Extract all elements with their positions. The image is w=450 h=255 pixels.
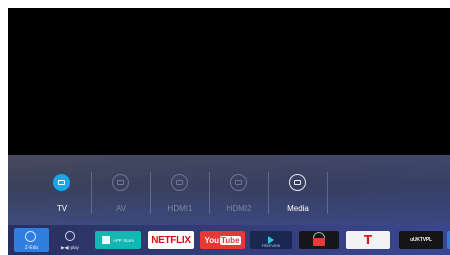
source-label: HDMI2 — [226, 204, 252, 213]
tplayer-logo: T — [363, 233, 373, 247]
media-input-icon — [289, 174, 306, 191]
netflix-logo: NETFLIX — [151, 234, 191, 246]
source-label: TV — [56, 204, 68, 213]
menu-tile[interactable]: ▶◀|›play — [52, 228, 88, 252]
youtube-label-you: You — [204, 235, 219, 245]
source-hdmi1[interactable]: HDMI1 — [151, 155, 209, 225]
app-store-tile[interactable]: APP Store — [95, 231, 141, 249]
signal-icon — [313, 232, 325, 238]
youtube-label-tube: Tube — [220, 235, 241, 245]
source-av[interactable]: AV — [92, 155, 150, 225]
source-label: HDMI1 — [167, 204, 193, 213]
uktv-tile[interactable]: uUKTVPL — [399, 231, 443, 249]
source-label: Media — [287, 204, 309, 213]
freeview-label: FREEVIEW — [261, 244, 281, 248]
uktv-logo: uUKTVPL — [410, 237, 432, 243]
source-hdmi2[interactable]: HDMI2 — [210, 155, 268, 225]
app-bar: Z-Edu ▶◀|›play APP Store NETFLIX You Tube… — [8, 225, 450, 255]
divider — [327, 172, 328, 214]
remote-tv-tile[interactable] — [299, 231, 339, 249]
menu-label: ▶◀|›play — [61, 245, 79, 250]
source-media[interactable]: Media — [269, 155, 327, 225]
hdmi-input-icon — [171, 174, 188, 191]
shopping-bag-icon — [102, 236, 111, 244]
home-tile[interactable]: Z-Edu — [14, 228, 49, 252]
play-icon — [268, 236, 274, 244]
source-label: AV — [115, 204, 127, 213]
source-tv[interactable]: TV — [33, 155, 91, 225]
youtube-tile[interactable]: You Tube — [200, 231, 245, 249]
tplayer-tile[interactable]: T — [346, 231, 390, 249]
home-icon — [25, 231, 36, 242]
tv-input-icon — [53, 174, 70, 191]
home-label: Z-Edu — [24, 245, 39, 251]
netflix-tile[interactable]: NETFLIX — [148, 231, 194, 249]
tv-screen: TV AV HDMI1 HDMI2 Media Z-Edu ▶◀|›play A… — [8, 8, 450, 255]
hdmi-input-icon — [230, 174, 247, 191]
youtube-logo: You Tube — [204, 235, 241, 245]
av-input-icon — [112, 174, 129, 191]
tv-icon — [313, 238, 325, 246]
app-store-label: APP Store — [113, 237, 134, 243]
input-source-panel: TV AV HDMI1 HDMI2 Media — [8, 155, 450, 225]
freeview-tile[interactable]: FREEVIEW — [250, 231, 292, 249]
menu-icon — [65, 231, 75, 241]
